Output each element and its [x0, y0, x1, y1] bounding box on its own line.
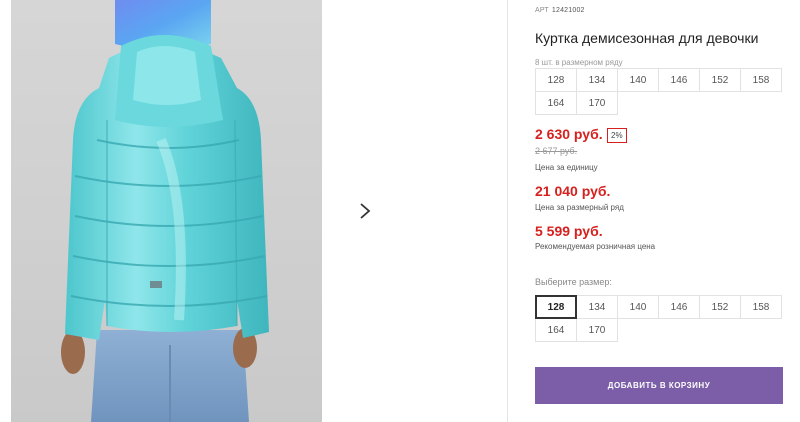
choose-size-label: Выберите размер:	[535, 277, 612, 287]
jacket-illustration	[61, 0, 269, 422]
size-option-128[interactable]: 128	[535, 295, 577, 319]
sku-label: АРТ	[535, 7, 549, 14]
rrp-price: 5 599 руб.	[535, 223, 603, 239]
size-option-134[interactable]: 134	[576, 295, 618, 319]
size-row-cell: 164	[535, 91, 577, 115]
product-title: Куртка демисезонная для девочки	[535, 30, 759, 46]
set-price: 21 040 руб.	[535, 183, 611, 199]
size-option-158[interactable]: 158	[740, 295, 782, 319]
size-picker: 128 134 140 146 152 158 164 170	[535, 295, 787, 342]
size-row-cell: 170	[576, 91, 618, 115]
discount-badge: 2%	[607, 128, 627, 143]
old-price: 2 677 руб.	[535, 146, 578, 156]
gallery-next-button[interactable]	[346, 191, 384, 231]
sku: АРТ 12421002	[535, 7, 585, 14]
size-row-cell: 158	[740, 68, 782, 92]
set-price-label: Цена за размерный ряд	[535, 203, 624, 212]
size-row-cell: 140	[617, 68, 659, 92]
sku-number: 12421002	[551, 7, 585, 14]
unit-price: 2 630 руб.	[535, 126, 603, 142]
size-option-170[interactable]: 170	[576, 318, 618, 342]
add-to-cart-button[interactable]: ДОБАВИТЬ В КОРЗИНУ	[535, 367, 783, 404]
size-row-cell: 146	[658, 68, 700, 92]
unit-price-label: Цена за единицу	[535, 163, 598, 172]
product-gallery	[0, 0, 508, 422]
size-row-note: 8 шт. в размерном ряду	[535, 58, 623, 67]
size-row-cell: 134	[576, 68, 618, 92]
size-row-grid: 128 134 140 146 152 158 164 170	[535, 68, 787, 115]
size-option-146[interactable]: 146	[658, 295, 700, 319]
rrp-price-label: Рекомендуемая розничная цена	[535, 242, 656, 251]
size-row-cell: 128	[535, 68, 577, 92]
product-page: АРТ 12421002 Куртка демисезонная для дево…	[0, 0, 800, 422]
size-option-164[interactable]: 164	[535, 318, 577, 342]
size-option-152[interactable]: 152	[699, 295, 741, 319]
size-row-cell: 152	[699, 68, 741, 92]
size-option-140[interactable]: 140	[617, 295, 659, 319]
product-photo	[11, 0, 322, 422]
chevron-right-icon	[360, 203, 371, 219]
